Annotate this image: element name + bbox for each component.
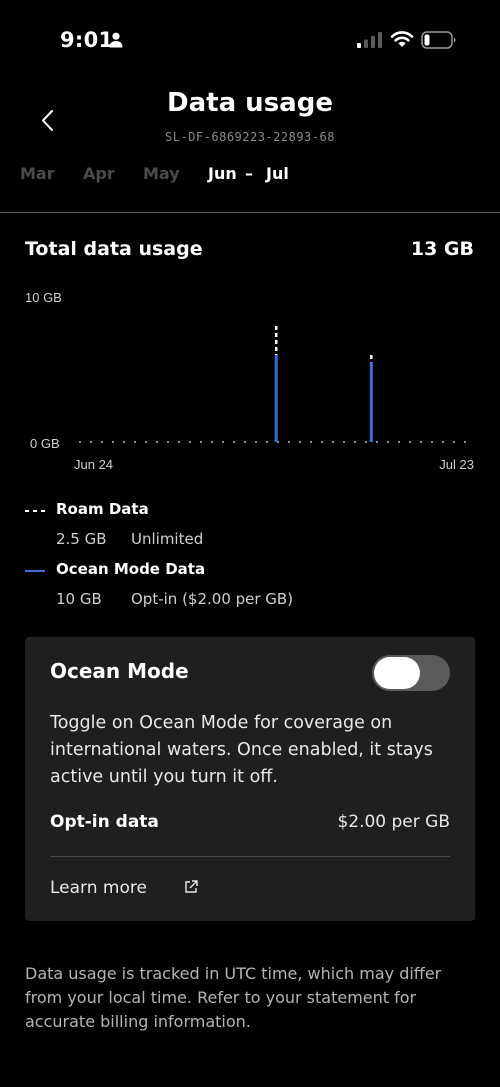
baseline-dot bbox=[155, 440, 159, 444]
legend-title: Roam Data bbox=[56, 500, 149, 518]
status-time: 9:01 bbox=[60, 28, 114, 52]
footer-note: Data usage is tracked in UTC time, which… bbox=[25, 964, 442, 1031]
status-bar: 9:01 bbox=[0, 0, 500, 80]
baseline-dot bbox=[386, 440, 390, 444]
tab-jun[interactable]: Jun bbox=[208, 164, 237, 183]
account-id: SL-DF-6869223-22893-68 bbox=[165, 130, 335, 144]
total-usage-value: 13 GB bbox=[410, 238, 474, 260]
legend-dashed-line bbox=[25, 510, 45, 512]
baseline-dot bbox=[441, 440, 445, 444]
tab-mar[interactable]: Mar bbox=[20, 164, 55, 183]
ocean-mode-bar bbox=[369, 362, 373, 442]
baseline-dot bbox=[210, 440, 214, 444]
total-usage-label: Total data usage bbox=[25, 238, 203, 260]
tab-jul[interactable]: Jul bbox=[266, 164, 289, 183]
ocean-mode-description: Toggle on Ocean Mode for coverage on int… bbox=[50, 713, 433, 787]
usage-chart: 10 GB 0 GB Jun 24 Jul 23 bbox=[25, 290, 474, 472]
baseline-dot bbox=[353, 440, 357, 444]
baseline-dot bbox=[408, 440, 412, 444]
baseline-dot bbox=[89, 440, 93, 444]
baseline-dot bbox=[364, 440, 368, 444]
battery-icon bbox=[421, 31, 456, 49]
learn-more-link[interactable]: Learn more bbox=[50, 878, 198, 898]
baseline-dot bbox=[221, 440, 225, 444]
roam-note: Unlimited bbox=[131, 530, 204, 548]
page-title: Data usage bbox=[167, 88, 333, 118]
ocean-mode-bar bbox=[274, 355, 278, 442]
baseline-dot bbox=[463, 440, 467, 444]
roam-amount: 2.5 GB bbox=[56, 530, 107, 548]
baseline-dot bbox=[430, 440, 434, 444]
baseline-dot bbox=[232, 440, 236, 444]
baseline-dot bbox=[397, 440, 401, 444]
legend-title: Ocean Mode Data bbox=[56, 560, 206, 578]
legend-solid-line bbox=[25, 570, 45, 572]
baseline-dot bbox=[331, 440, 335, 444]
ocean-mode-card: Ocean Mode Toggle on Ocean Mode for cove… bbox=[25, 637, 475, 921]
baseline-dot bbox=[419, 440, 423, 444]
chart-bars bbox=[274, 326, 373, 442]
baseline-dot bbox=[342, 440, 346, 444]
baseline-dot bbox=[100, 440, 104, 444]
tab-separator: – bbox=[245, 164, 253, 183]
learn-more-label: Learn more bbox=[50, 878, 147, 898]
month-tabs: Mar Apr May Jun – Jul bbox=[0, 164, 500, 190]
baseline-dot bbox=[265, 440, 269, 444]
baseline-dot bbox=[375, 440, 379, 444]
baseline-dot bbox=[452, 440, 456, 444]
baseline-dot bbox=[309, 440, 313, 444]
x-tick-label: Jul 23 bbox=[439, 457, 474, 472]
signal-icon bbox=[357, 32, 382, 48]
ocean-mode-toggle[interactable] bbox=[372, 655, 450, 691]
baseline-dot bbox=[298, 440, 302, 444]
baseline-dot bbox=[243, 440, 247, 444]
chart-baseline bbox=[78, 440, 467, 444]
baseline-dot bbox=[254, 440, 258, 444]
ocean-note: Opt-in ($2.00 per GB) bbox=[131, 590, 294, 608]
y-tick-label: 0 GB bbox=[30, 436, 60, 451]
tab-apr[interactable]: Apr bbox=[83, 164, 115, 183]
baseline-dot bbox=[144, 440, 148, 444]
baseline-dot bbox=[188, 440, 192, 444]
x-tick-label: Jun 24 bbox=[74, 457, 113, 472]
card-divider bbox=[50, 856, 450, 857]
baseline-dot bbox=[177, 440, 181, 444]
baseline-dot bbox=[78, 440, 82, 444]
baseline-dot bbox=[111, 440, 115, 444]
toggle-knob bbox=[374, 657, 420, 689]
baseline-dot bbox=[320, 440, 324, 444]
y-tick-label: 10 GB bbox=[25, 290, 62, 305]
divider bbox=[0, 212, 500, 213]
baseline-dot bbox=[287, 440, 291, 444]
person-icon bbox=[109, 32, 123, 48]
optin-label: Opt-in data bbox=[50, 812, 159, 832]
baseline-dot bbox=[199, 440, 203, 444]
baseline-dot bbox=[122, 440, 126, 444]
tab-may[interactable]: May bbox=[143, 164, 180, 183]
baseline-dot bbox=[166, 440, 170, 444]
ocean-amount: 10 GB bbox=[56, 590, 102, 608]
optin-value: $2.00 per GB bbox=[337, 812, 450, 832]
ocean-mode-title: Ocean Mode bbox=[50, 659, 189, 683]
external-link-icon bbox=[185, 880, 198, 893]
baseline-dot bbox=[133, 440, 137, 444]
wifi-icon bbox=[390, 31, 414, 47]
